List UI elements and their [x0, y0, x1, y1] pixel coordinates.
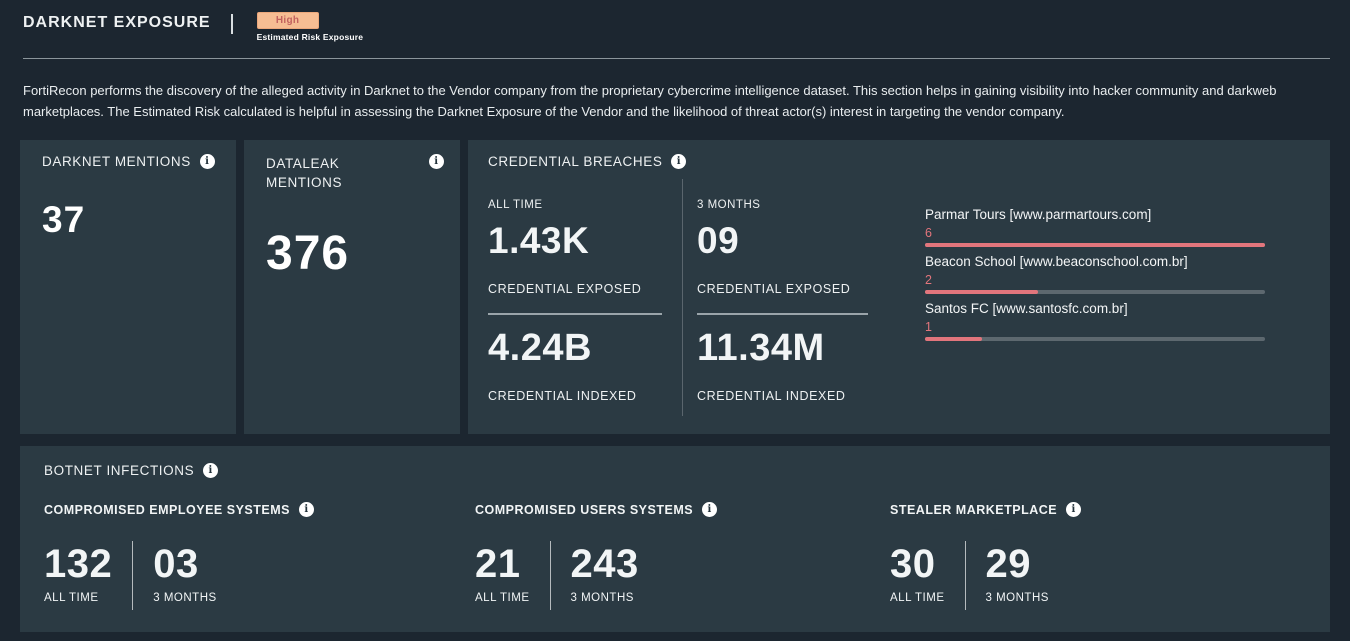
info-icon[interactable]: i	[299, 502, 314, 517]
column-rule	[697, 313, 868, 315]
credential-exposed-label: CREDENTIAL EXPOSED	[488, 282, 662, 296]
bar-value-label: 6	[925, 226, 1265, 240]
stat-value: 132	[44, 545, 112, 583]
info-icon[interactable]: i	[203, 463, 218, 478]
stat-label: 3 MONTHS	[571, 592, 639, 604]
compromised-employee-systems-section: COMPROMISED EMPLOYEE SYSTEMS i 132 ALL T…	[44, 502, 475, 604]
stat-label: ALL TIME	[44, 592, 112, 604]
bar-fill	[925, 337, 982, 341]
bar-value-label: 1	[925, 320, 1265, 334]
stat-pair: 30 ALL TIME 29 3 MONTHS	[890, 545, 1306, 604]
darknet-mentions-card: DARKNET MENTIONS i 37	[20, 140, 236, 434]
bar-track	[925, 290, 1265, 294]
bar-value-label: 2	[925, 273, 1265, 287]
stealer-marketplace-section: STEALER MARKETPLACE i 30 ALL TIME 29 3 M…	[890, 502, 1306, 604]
stat-value: 29	[986, 545, 1049, 583]
header-divider	[23, 58, 1330, 59]
bar-row: Parmar Tours [www.parmartours.com] 6	[925, 207, 1265, 247]
credential-breaches-body: ALL TIME 1.43K CREDENTIAL EXPOSED 4.24B …	[468, 173, 1330, 421]
all-time-stat: 132 ALL TIME	[44, 545, 112, 604]
all-time-indexed-value: 4.24B	[488, 327, 662, 370]
bar-fill	[925, 243, 1265, 247]
metrics-cards-row: DARKNET MENTIONS i 37 DATALEAK MENTIONS …	[20, 140, 1330, 434]
stat-value: 243	[571, 545, 639, 583]
stat-value: 03	[153, 545, 216, 583]
botnet-columns: COMPROMISED EMPLOYEE SYSTEMS i 132 ALL T…	[44, 502, 1306, 604]
botnet-infections-title: BOTNET INFECTIONS i	[44, 463, 1306, 478]
stat-label: 3 MONTHS	[986, 592, 1049, 604]
bar-row: Santos FC [www.santosfc.com.br] 1	[925, 301, 1265, 341]
three-months-exposed-value: 09	[697, 220, 868, 262]
credential-indexed-label: CREDENTIAL INDEXED	[488, 389, 662, 403]
stat-label: 3 MONTHS	[153, 592, 216, 604]
risk-badge-group: High Estimated Risk Exposure	[257, 12, 364, 42]
all-time-label: ALL TIME	[488, 199, 662, 211]
dataleak-mentions-title: DATALEAK MENTIONS i	[266, 154, 444, 192]
compromised-employee-systems-title: COMPROMISED EMPLOYEE SYSTEMS i	[44, 502, 475, 517]
three-months-indexed-value: 11.34M	[697, 327, 868, 370]
bar-category-label: Santos FC [www.santosfc.com.br]	[925, 301, 1265, 317]
stat-pair: 132 ALL TIME 03 3 MONTHS	[44, 545, 475, 604]
bar-fill	[925, 290, 1038, 294]
credential-3-months-column: 3 MONTHS 09 CREDENTIAL EXPOSED 11.34M CR…	[683, 173, 883, 421]
botnet-infections-label: BOTNET INFECTIONS	[44, 463, 194, 478]
darknet-mentions-label: DARKNET MENTIONS	[42, 154, 191, 169]
credential-all-time-column: ALL TIME 1.43K CREDENTIAL EXPOSED 4.24B …	[468, 173, 682, 421]
bar-track	[925, 243, 1265, 247]
credential-breaches-title: CREDENTIAL BREACHES i	[468, 154, 1330, 169]
three-months-stat: 29 3 MONTHS	[986, 545, 1049, 604]
info-icon[interactable]: i	[671, 154, 686, 169]
stat-divider	[965, 541, 966, 610]
section-label: COMPROMISED EMPLOYEE SYSTEMS	[44, 503, 290, 517]
stat-value: 30	[890, 545, 945, 583]
risk-level-badge: High	[257, 12, 319, 29]
darknet-mentions-value: 37	[42, 199, 220, 241]
risk-badge-caption: Estimated Risk Exposure	[257, 32, 364, 42]
title-separator	[231, 14, 233, 34]
section-label: STEALER MARKETPLACE	[890, 503, 1057, 517]
info-icon[interactable]: i	[200, 154, 215, 169]
compromised-users-systems-section: COMPROMISED USERS SYSTEMS i 21 ALL TIME …	[475, 502, 890, 604]
credential-exposed-label: CREDENTIAL EXPOSED	[697, 282, 868, 296]
credential-indexed-label: CREDENTIAL INDEXED	[697, 389, 868, 403]
all-time-exposed-value: 1.43K	[488, 220, 662, 262]
dataleak-mentions-value: 376	[266, 226, 444, 281]
all-time-stat: 21 ALL TIME	[475, 545, 530, 604]
info-icon[interactable]: i	[429, 154, 444, 169]
darknet-exposure-dashboard: DARKNET EXPOSURE High Estimated Risk Exp…	[0, 0, 1350, 641]
stat-label: ALL TIME	[890, 592, 945, 604]
column-rule	[488, 313, 662, 315]
darknet-mentions-title: DARKNET MENTIONS i	[42, 154, 220, 169]
dataleak-mentions-label: DATALEAK MENTIONS	[266, 154, 386, 192]
compromised-users-systems-title: COMPROMISED USERS SYSTEMS i	[475, 502, 890, 517]
section-description: FortiRecon performs the discovery of the…	[23, 80, 1326, 122]
stealer-marketplace-title: STEALER MARKETPLACE i	[890, 502, 1306, 517]
three-months-label: 3 MONTHS	[697, 199, 868, 211]
credential-breaches-label: CREDENTIAL BREACHES	[488, 154, 662, 169]
page-header: DARKNET EXPOSURE High Estimated Risk Exp…	[0, 0, 1350, 42]
credential-breaches-card: CREDENTIAL BREACHES i ALL TIME 1.43K CRE…	[468, 140, 1330, 434]
section-label: COMPROMISED USERS SYSTEMS	[475, 503, 693, 517]
bar-category-label: Beacon School [www.beaconschool.com.br]	[925, 254, 1265, 270]
stat-pair: 21 ALL TIME 243 3 MONTHS	[475, 545, 890, 604]
stat-label: ALL TIME	[475, 592, 530, 604]
three-months-stat: 243 3 MONTHS	[571, 545, 639, 604]
info-icon[interactable]: i	[1066, 502, 1081, 517]
breach-sources-bar-chart: Parmar Tours [www.parmartours.com] 6 Bea…	[925, 173, 1265, 421]
bar-category-label: Parmar Tours [www.parmartours.com]	[925, 207, 1265, 223]
bar-track	[925, 337, 1265, 341]
three-months-stat: 03 3 MONTHS	[153, 545, 216, 604]
page-title: DARKNET EXPOSURE	[23, 12, 211, 32]
bar-row: Beacon School [www.beaconschool.com.br] …	[925, 254, 1265, 294]
stat-divider	[550, 541, 551, 610]
stat-divider	[132, 541, 133, 610]
all-time-stat: 30 ALL TIME	[890, 545, 945, 604]
info-icon[interactable]: i	[702, 502, 717, 517]
dataleak-mentions-card: DATALEAK MENTIONS i 376	[244, 140, 460, 434]
stat-value: 21	[475, 545, 530, 583]
botnet-infections-card: BOTNET INFECTIONS i COMPROMISED EMPLOYEE…	[20, 446, 1330, 632]
